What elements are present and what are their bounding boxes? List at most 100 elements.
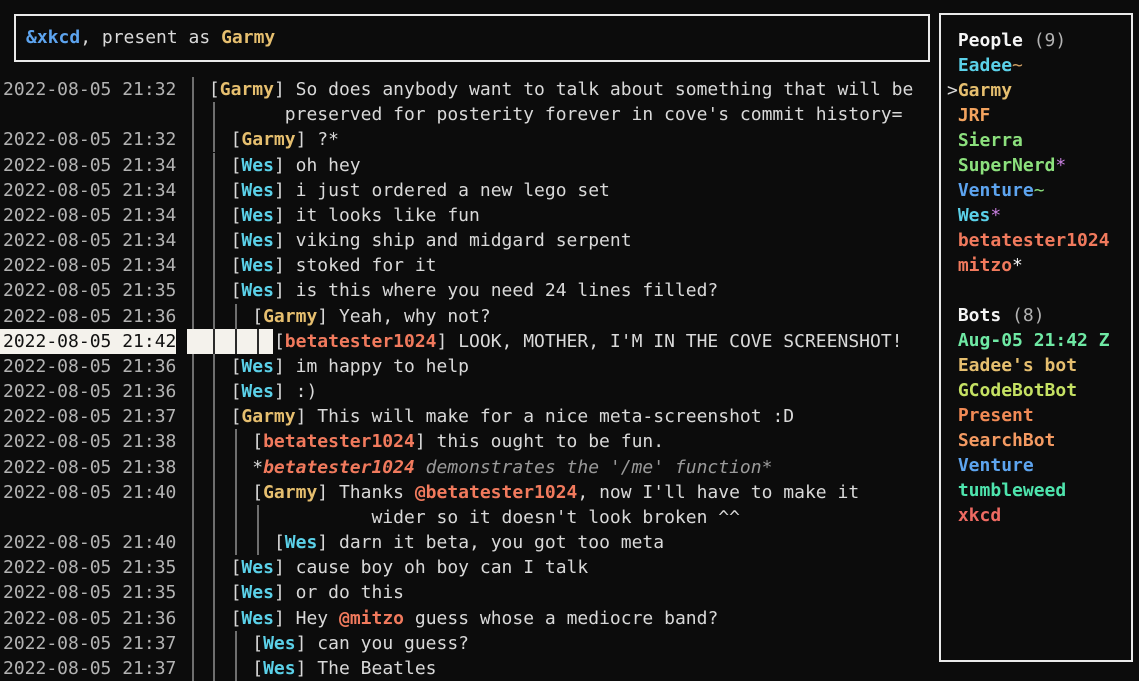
text-segment: ] [317, 306, 339, 327]
chat-message-row[interactable]: 2022-08-05 21:34 [Wes] stoked for it [3, 253, 437, 278]
text-segment: * [1012, 255, 1023, 276]
text-segment: ] [317, 532, 339, 553]
message-text: or do this [296, 582, 404, 603]
chat-message-row[interactable]: 2022-08-05 21:35 [Wes] is this where you… [3, 278, 718, 303]
channel-header-separator: , present as [80, 27, 221, 48]
mention-betatester1024: @betatester1024 [415, 482, 578, 503]
message-text: Yeah, why not? [339, 306, 491, 327]
timestamp: 2022-08-05 21:34 [3, 205, 176, 226]
chat-message-row[interactable]: 2022-08-05 21:40 [Wes] darn it beta, you… [3, 530, 664, 555]
sidebar-user-jrf[interactable]: JRF [947, 103, 990, 128]
text-segment: Eadee [958, 55, 1012, 76]
chat-message-row[interactable]: 2022-08-05 21:36 [Garmy] Yeah, why not? [3, 304, 491, 329]
text-segment: ] [274, 205, 296, 226]
chat-message-row[interactable]: 2022-08-05 21:42 [betatester1024] LOOK, … [3, 329, 903, 354]
text-segment: Venture [958, 455, 1034, 476]
nick-wes: Wes [241, 557, 274, 578]
sidebar-user-sierra[interactable]: Sierra [947, 128, 1023, 153]
chat-message-row[interactable]: 2022-08-05 21:32 [Garmy] ?* [3, 127, 339, 152]
chat-message-row[interactable]: 2022-08-05 21:37 [Wes] The Beatles [3, 656, 437, 681]
indent-spacer [176, 532, 274, 553]
chat-message-row[interactable]: 2022-08-05 21:40 [Garmy] Thanks @betates… [3, 480, 859, 505]
chat-message-row[interactable]: 2022-08-05 21:32 [Garmy] So does anybody… [3, 77, 913, 102]
indent-spacer [176, 658, 252, 679]
text-segment: ] [274, 381, 296, 402]
text-segment: Bots [958, 305, 1001, 326]
chat-message-row[interactable]: 2022-08-05 21:36 [Wes] Hey @mitzo guess … [3, 606, 718, 631]
nick-garmy: Garmy [263, 306, 317, 327]
nick-wes: Wes [263, 633, 296, 654]
message-text: i just ordered a new lego set [296, 180, 610, 201]
indent-spacer [176, 608, 230, 629]
chat-message-row[interactable]: 2022-08-05 21:36 [Wes] :) [3, 379, 317, 404]
sidebar-user-mitzo[interactable]: mitzo* [947, 253, 1023, 278]
sidebar-bot-searchbot[interactable]: SearchBot [947, 428, 1055, 453]
sidebar-user-betatester1024[interactable]: betatester1024 [947, 228, 1110, 253]
text-segment: [ [231, 180, 242, 201]
message-text: This will make for a nice meta-screensho… [317, 406, 794, 427]
sidebar-user-supernerd[interactable]: SuperNerd* [947, 153, 1066, 178]
chat-message-row[interactable]: 2022-08-05 21:38 *betatester1024 demonst… [3, 455, 772, 480]
timestamp: 2022-08-05 21:35 [3, 582, 176, 603]
indent-spacer [176, 205, 230, 226]
message-text: LOOK, MOTHER, I'M IN THE COVE SCREENSHOT… [458, 331, 902, 352]
message-text: So does anybody want to talk about somet… [296, 79, 914, 100]
indent-spacer [176, 280, 230, 301]
sidebar-bot-xkcd[interactable]: xkcd [947, 503, 1001, 528]
channel-header-box: &xkcd, present as Garmy [14, 14, 930, 62]
text-segment: [ [231, 230, 242, 251]
chat-message-row[interactable]: 2022-08-05 21:38 [betatester1024] this o… [3, 429, 664, 454]
sidebar-user-wes[interactable]: Wes* [947, 203, 1001, 228]
timestamp [3, 104, 176, 125]
text-segment: GCodeBotBot [958, 380, 1077, 401]
text-segment: ] [296, 633, 318, 654]
chat-message-row[interactable]: 2022-08-05 21:37 [Garmy] This will make … [3, 404, 794, 429]
chat-message-row[interactable]: 2022-08-05 21:34 [Wes] oh hey [3, 153, 361, 178]
text-segment [947, 330, 958, 351]
message-text: ?* [317, 129, 339, 150]
message-text: :) [296, 381, 318, 402]
chat-message-row[interactable]: 2022-08-05 21:35 [Wes] or do this [3, 580, 404, 605]
text-segment: ] [274, 582, 296, 603]
text-segment: [ [252, 431, 263, 452]
text-segment: Aug-05 21:42 Z [958, 330, 1110, 351]
text-segment: ] [274, 280, 296, 301]
chat-message-row[interactable]: 2022-08-05 21:34 [Wes] i just ordered a … [3, 178, 610, 203]
text-segment: Eadee's bot [958, 355, 1077, 376]
chat-wrap-row[interactable]: preserved for posterity forever in cove'… [3, 102, 902, 127]
sidebar-bot-aug-05-2142-z[interactable]: Aug-05 21:42 Z [947, 328, 1110, 353]
sidebar-bot-gcodebotbot[interactable]: GCodeBotBot [947, 378, 1077, 403]
chat-message-row[interactable]: 2022-08-05 21:34 [Wes] viking ship and m… [3, 228, 632, 253]
text-segment: ] [274, 255, 296, 276]
sidebar-user-eadee[interactable]: Eadee~ [947, 53, 1023, 78]
chat-wrap-row[interactable]: wider so it doesn't look broken ^^ [3, 505, 740, 530]
text-segment: mitzo [958, 255, 1012, 276]
indent-spacer [176, 155, 230, 176]
sidebar-bot-present[interactable]: Present [947, 403, 1034, 428]
chat-message-row[interactable]: 2022-08-05 21:37 [Wes] can you guess? [3, 631, 469, 656]
text-segment: ] [415, 431, 437, 452]
sidebar-bot-tumbleweed[interactable]: tumbleweed [947, 478, 1066, 503]
text-segment: ] [296, 658, 318, 679]
message-text: this ought to be fun. [437, 431, 665, 452]
sidebar-user-venture[interactable]: Venture~ [947, 178, 1045, 203]
chat-pane: 2022-08-05 21:32 [Garmy] So does anybody… [0, 0, 939, 681]
chat-message-row[interactable]: 2022-08-05 21:34 [Wes] it looks like fun [3, 203, 480, 228]
text-segment [947, 355, 958, 376]
message-text: , now I'll have to make it [577, 482, 859, 503]
chat-message-row[interactable]: 2022-08-05 21:36 [Wes] im happy to help [3, 354, 469, 379]
timestamp: 2022-08-05 21:36 [3, 381, 176, 402]
sidebar-bot-venture[interactable]: Venture [947, 453, 1034, 478]
text-segment: [ [252, 658, 263, 679]
timestamp: 2022-08-05 21:36 [3, 356, 176, 377]
sidebar-bot-eadees-bot[interactable]: Eadee's bot [947, 353, 1077, 378]
text-segment: JRF [958, 105, 991, 126]
text-segment: ~ [1012, 55, 1023, 76]
sidebar-user-garmy[interactable]: >Garmy [947, 78, 1012, 103]
message-text: cause boy oh boy can I talk [296, 557, 589, 578]
text-segment: [ [231, 608, 242, 629]
message-text: is this where you need 24 lines filled? [296, 280, 719, 301]
text-segment: [ [231, 582, 242, 603]
chat-message-row[interactable]: 2022-08-05 21:35 [Wes] cause boy oh boy … [3, 555, 588, 580]
indent-spacer [176, 431, 252, 452]
